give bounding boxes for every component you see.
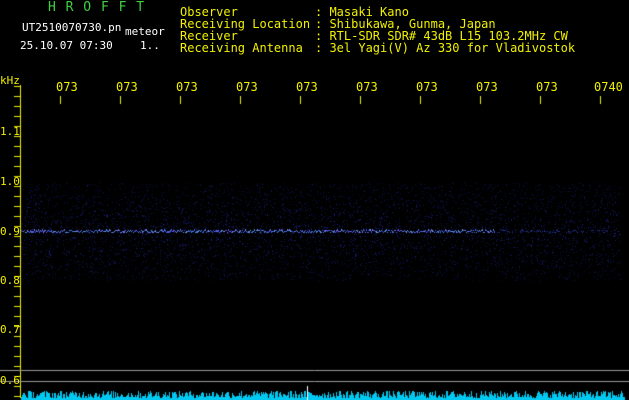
freq-tick-label: 1.0 [0,175,20,188]
time-tick-label: 073 [296,80,318,94]
freq-tick-label: 0.8 [0,274,20,287]
time-tick-label: 073 [536,80,558,94]
freq-tick-label: 1.1 [0,125,20,138]
count-label: 1.. [140,39,160,52]
freq-tick-label: 0.6 [0,374,20,387]
antenna-label: Receiving Antenna [180,41,303,55]
time-tick-label: 073 [476,80,498,94]
mode-label: meteor [125,25,165,38]
datetime: 25.10.07 07:30 [20,39,113,52]
time-tick-label: 073 [116,80,138,94]
time-tick-label: 073 [416,80,438,94]
freq-unit-label: kHz [0,74,20,87]
time-tick-label: 073 [176,80,198,94]
time-tick-label: 073 [236,80,258,94]
time-tick-label: 073 [56,80,78,94]
antenna-value: : 3el Yagi(V) Az 330 for Vladivostok [315,41,576,55]
spectrogram-canvas [0,0,629,400]
filename: UT2510070730.pn [22,21,122,34]
time-tick-label: 0740 [594,80,623,94]
time-tick-label: 073 [356,80,378,94]
freq-tick-label: 0.9 [0,225,20,238]
app-brand: H R O F F T [48,0,146,15]
freq-tick-label: 0.7 [0,323,20,336]
